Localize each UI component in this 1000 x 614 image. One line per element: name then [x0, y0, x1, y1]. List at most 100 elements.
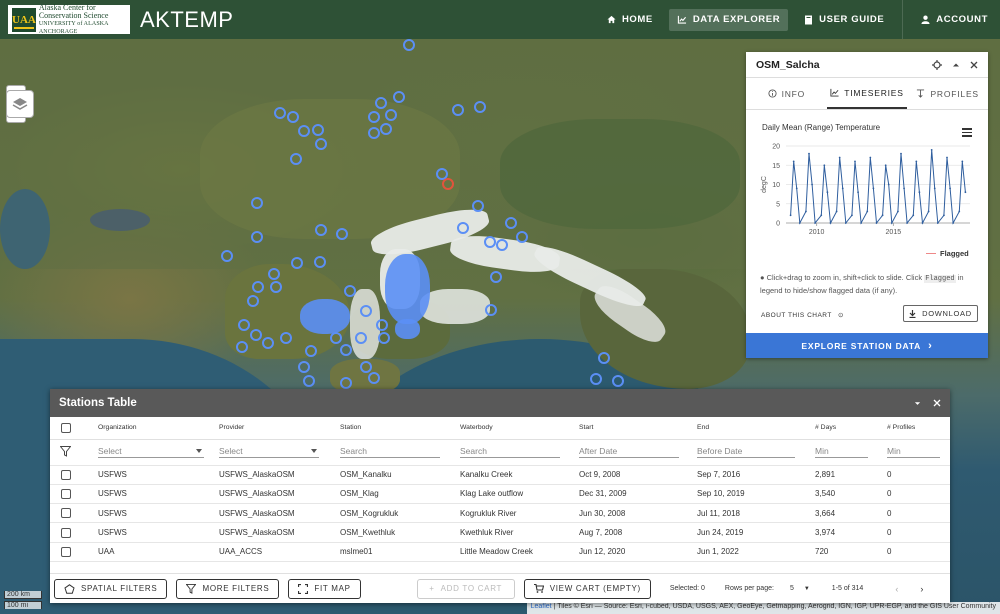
station-marker[interactable] — [496, 239, 508, 251]
station-marker[interactable] — [612, 375, 624, 387]
station-marker[interactable] — [403, 39, 415, 51]
prev-page-button[interactable]: ‹ — [895, 584, 898, 594]
select-all-checkbox[interactable] — [61, 422, 71, 433]
filter-provider-select[interactable]: Select — [219, 446, 319, 458]
station-marker[interactable] — [490, 271, 502, 283]
view-cart-button[interactable]: VIEW CART (EMPTY) — [523, 578, 651, 599]
leaflet-link[interactable]: Leaflet — [531, 603, 552, 610]
station-marker[interactable] — [250, 329, 262, 341]
station-marker[interactable] — [274, 107, 286, 119]
station-marker[interactable] — [590, 373, 602, 385]
nav-account[interactable]: ACCOUNT — [913, 9, 996, 31]
explore-station-data-button[interactable]: EXPLORE STATION DATA › — [746, 333, 988, 358]
row-checkbox[interactable] — [61, 469, 71, 480]
station-marker[interactable] — [485, 304, 497, 316]
station-marker[interactable] — [598, 352, 610, 364]
fit-map-button[interactable]: FIT MAP — [288, 578, 361, 599]
station-marker[interactable] — [314, 256, 326, 268]
station-marker[interactable] — [393, 91, 405, 103]
station-marker[interactable] — [360, 305, 372, 317]
station-marker[interactable] — [236, 341, 248, 353]
station-marker[interactable] — [315, 138, 327, 150]
station-marker[interactable] — [505, 217, 517, 229]
station-marker[interactable] — [238, 319, 250, 331]
station-marker[interactable] — [280, 332, 292, 344]
station-marker[interactable] — [312, 124, 324, 136]
station-marker[interactable] — [368, 111, 380, 123]
station-marker[interactable] — [330, 332, 342, 344]
nav-home[interactable]: HOME — [599, 9, 661, 31]
collapse-icon[interactable] — [914, 400, 921, 407]
filter-waterbody-input[interactable]: Search — [460, 446, 560, 458]
station-marker[interactable] — [368, 372, 380, 384]
station-marker[interactable] — [380, 123, 392, 135]
next-page-button[interactable]: › — [920, 584, 923, 594]
station-marker[interactable] — [305, 345, 317, 357]
selected-station-marker[interactable] — [442, 178, 454, 190]
station-marker[interactable] — [315, 224, 327, 236]
station-marker[interactable] — [474, 101, 486, 113]
filter-start-after-input[interactable]: After Date — [579, 446, 679, 458]
station-marker[interactable] — [252, 281, 264, 293]
about-chart-link[interactable]: ABOUT THIS CHART ⊙ — [761, 311, 844, 319]
station-marker[interactable] — [378, 332, 390, 344]
tab-info[interactable]: INFO — [746, 78, 827, 109]
table-row[interactable]: USFWS USFWS_AlaskaOSM OSM_Kanalku Kanalku C… — [50, 465, 950, 485]
station-marker[interactable] — [472, 200, 484, 212]
station-marker[interactable] — [368, 127, 380, 139]
table-row[interactable]: USFWS USFWS_AlaskaOSM OSM_Klag Klag Lake ou… — [50, 484, 950, 505]
close-icon[interactable] — [933, 399, 941, 407]
uaa-logo[interactable]: UAA Alaska Center for Conservation Scien… — [8, 3, 130, 35]
station-cluster[interactable] — [395, 319, 420, 339]
station-marker[interactable] — [385, 109, 397, 121]
station-marker[interactable] — [484, 236, 496, 248]
nav-user-guide[interactable]: USER GUIDE — [796, 9, 892, 31]
chart-menu-icon[interactable] — [962, 128, 972, 139]
column-profiles[interactable]: # Profiles — [887, 417, 950, 440]
station-marker[interactable] — [268, 268, 280, 280]
timeseries-chart[interactable]: 0 5 10 15 20 degC 2010 2015 — [756, 138, 978, 243]
filter-end-before-input[interactable]: Before Date — [697, 446, 795, 458]
table-row[interactable]: USFWS USFWS_AlaskaOSM OSM_Kwethluk Kwethluk… — [50, 522, 950, 543]
station-marker[interactable] — [298, 125, 310, 137]
station-marker[interactable] — [251, 197, 263, 209]
station-marker[interactable] — [375, 97, 387, 109]
station-cluster[interactable] — [385, 254, 430, 324]
station-cluster[interactable] — [300, 299, 350, 334]
app-title[interactable]: AKTEMP — [140, 7, 233, 33]
column-provider[interactable]: Provider — [219, 417, 340, 440]
station-marker[interactable] — [360, 361, 372, 373]
layers-button[interactable] — [6, 90, 34, 118]
station-marker[interactable] — [303, 375, 315, 387]
station-marker[interactable] — [298, 361, 310, 373]
add-to-cart-button[interactable]: + ADD TO CART — [416, 578, 515, 599]
table-row[interactable]: UAA UAA_ACCS mslme01 Little Meadow Creek Jun… — [50, 542, 950, 562]
filter-organization-select[interactable]: Select — [98, 446, 204, 458]
station-marker[interactable] — [221, 250, 233, 262]
station-marker[interactable] — [452, 104, 464, 116]
station-marker[interactable] — [290, 153, 302, 165]
station-marker[interactable] — [291, 257, 303, 269]
column-start[interactable]: Start — [579, 417, 697, 440]
table-row[interactable]: USFWS USFWS_AlaskaOSM OSM_Kogrukluk Kogrukl… — [50, 503, 950, 524]
filter-days-min-input[interactable]: Min — [815, 446, 868, 458]
column-waterbody[interactable]: Waterbody — [460, 417, 579, 440]
station-marker[interactable] — [457, 222, 469, 234]
tab-timeseries[interactable]: TIMESERIES — [826, 78, 908, 109]
download-button[interactable]: DOWNLOAD — [903, 305, 978, 322]
station-marker[interactable] — [270, 281, 282, 293]
row-checkbox[interactable] — [61, 508, 71, 519]
row-checkbox[interactable] — [61, 527, 71, 538]
rows-per-page-select[interactable]: 5 ▼ — [790, 585, 810, 592]
row-checkbox[interactable] — [61, 488, 71, 499]
more-filters-button[interactable]: MORE FILTERS — [176, 578, 280, 599]
filter-station-input[interactable]: Search — [340, 446, 440, 458]
tab-profiles[interactable]: PROFILES — [907, 78, 988, 109]
collapse-icon[interactable] — [952, 61, 960, 69]
station-marker[interactable] — [340, 344, 352, 356]
station-marker[interactable] — [516, 231, 528, 243]
filter-profiles-min-input[interactable]: Min — [887, 446, 940, 458]
station-marker[interactable] — [344, 285, 356, 297]
crosshair-icon[interactable] — [932, 59, 942, 70]
station-marker[interactable] — [247, 295, 259, 307]
